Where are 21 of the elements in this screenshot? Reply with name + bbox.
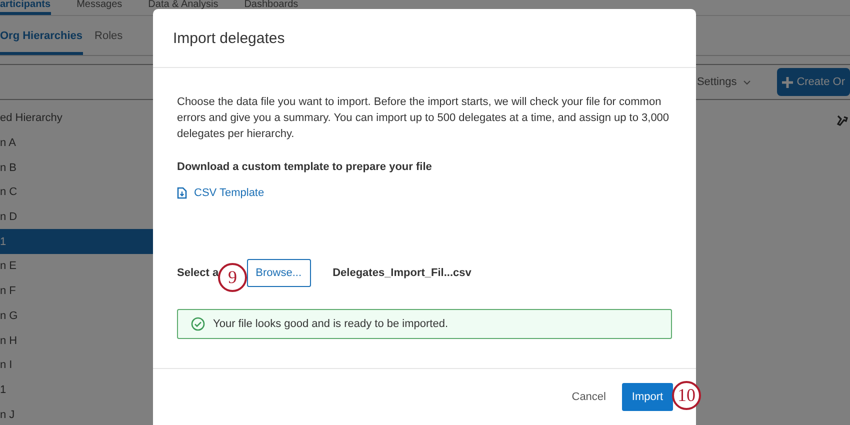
cancel-button[interactable]: Cancel xyxy=(572,391,606,403)
sub-tab[interactable]: Roles xyxy=(94,19,123,55)
select-label: Select a xyxy=(177,267,219,279)
file-download-icon xyxy=(177,187,187,199)
file-name: Delegates_Import_Fil...csv xyxy=(332,267,472,279)
nav-tab[interactable]: Messages xyxy=(76,0,122,15)
csv-template-link[interactable]: CSV Template xyxy=(177,187,264,199)
success-message: Your file looks good and is ready to be imported. xyxy=(213,318,448,330)
dialog-title: Import delegates xyxy=(173,30,285,46)
settings-dropdown[interactable]: Settings xyxy=(690,76,751,88)
sub-tab[interactable]: Org Hierarchies xyxy=(0,19,83,55)
plus-icon xyxy=(782,76,793,88)
hierarchy-item[interactable]: 1 xyxy=(0,229,155,254)
import-button[interactable]: Import xyxy=(622,383,673,411)
chevron-icon xyxy=(742,80,751,84)
template-heading: Download a custom template to prepare your file xyxy=(177,161,433,173)
nav-tab[interactable]: articipants xyxy=(0,0,51,15)
check-circle-icon xyxy=(191,317,205,331)
create-button[interactable]: Create Or xyxy=(776,68,850,96)
description-text: Choose the data file you want to import. Before the import starts, we will check your file for common errors and give you a summary. You can import up to 500 delegates at a time, and assign up to 3,000 delegates per hierarchy. xyxy=(177,95,670,142)
browse-button[interactable]: Browse... xyxy=(246,259,311,287)
